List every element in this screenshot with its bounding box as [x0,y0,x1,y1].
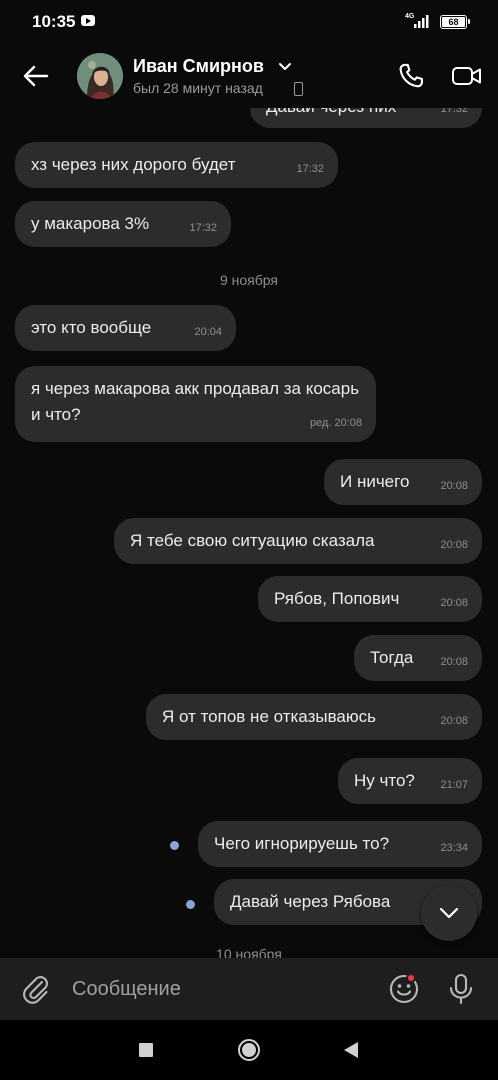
voice-message-button[interactable] [443,971,479,1007]
paperclip-icon [23,976,48,1004]
chevron-down-icon[interactable] [277,58,293,74]
message-time: 20:08 [440,539,468,551]
attach-button[interactable] [18,971,54,1007]
contact-status: был 28 минут назад [133,80,263,96]
message-bubble-outgoing[interactable]: Тогда 20:08 [354,635,482,681]
chat-header: Иван Смирнов был 28 минут назад [0,44,498,108]
message-bubble-incoming[interactable]: у макарова 3% 17:32 [15,201,231,247]
square-icon [139,1043,153,1057]
scroll-down-button[interactable] [421,885,477,941]
home-button[interactable] [235,1036,263,1064]
message-bubble-incoming[interactable]: я через макарова акк продавал за косарь … [15,366,376,442]
message-bubble-outgoing[interactable]: Я тебе свою ситуацию сказала 20:08 [114,518,482,564]
phone-icon [399,63,424,88]
message-time: 17:32 [440,108,468,115]
message-time: 20:08 [440,480,468,492]
message-time: ред. 20:08 [309,417,362,429]
triangle-back-icon [344,1042,358,1058]
back-nav-button[interactable] [337,1036,365,1064]
arrow-left-icon [23,65,49,87]
battery-level: 68 [448,17,459,27]
message-bubble-partial[interactable]: Давай через них 17:32 [250,108,482,128]
message-text: это кто вообще [31,318,152,337]
chevron-down-icon [439,907,459,919]
message-bubble-outgoing[interactable]: Чего игнорируешь то? 23:34 [198,821,482,867]
message-text: хз через них дорого будет [31,155,236,174]
network-type: 4G [405,13,415,20]
message-text: Рябов, Попович [274,589,400,608]
status-time: 10:35 [32,12,76,31]
message-time: 23:34 [440,842,468,854]
signal-icon [414,15,429,28]
system-navigation-bar [0,1020,498,1080]
message-text: Ну что? [354,771,415,790]
message-time: 20:08 [440,715,468,727]
message-time: 20:04 [194,326,222,338]
contact-name[interactable]: Иван Смирнов [133,56,264,77]
message-bubble-incoming[interactable]: это кто вообще 20:04 [15,305,236,351]
back-button[interactable] [18,58,54,94]
sticker-button[interactable] [386,971,422,1007]
message-time: 20:08 [440,597,468,609]
unread-indicator [186,900,195,909]
microphone-icon [449,973,473,1005]
video-call-button[interactable] [447,57,487,95]
message-time: 17:32 [296,163,324,175]
circle-icon [238,1039,260,1061]
message-composer [0,958,498,1020]
recents-button[interactable] [132,1036,160,1064]
video-camera-icon [452,67,481,85]
message-text: Чего игнорируешь то? [214,834,390,853]
message-time: 17:32 [189,222,217,234]
status-bar: 10:35 4G 68 [0,0,498,44]
message-bubble-outgoing[interactable]: Я от топов не отказываюсь 20:08 [146,694,482,740]
date-separator: 9 ноября [219,272,278,288]
date-separator: 10 ноября [216,946,282,958]
message-text: Давай через Рябова [230,892,391,911]
message-text: Тогда [370,648,414,667]
message-text: Я тебе свою ситуацию сказала [130,531,375,550]
call-button[interactable] [392,57,430,95]
avatar-image [77,53,123,99]
message-text: Давай через них [266,108,396,120]
avatar[interactable] [77,53,123,99]
message-input[interactable] [72,974,372,1004]
message-list[interactable]: Давай через них 17:32 хз через них дорог… [0,108,498,958]
message-text: у макарова 3% [31,214,150,233]
message-bubble-outgoing[interactable]: Рябов, Попович 20:08 [258,576,482,622]
message-bubble-incoming[interactable]: хз через них дорого будет 17:32 [15,142,338,188]
message-bubble-outgoing[interactable]: И ничего 20:08 [324,459,482,505]
unread-indicator [170,841,179,850]
mobile-device-icon [294,82,303,96]
message-bubble-outgoing[interactable]: Ну что? 21:07 [338,758,482,804]
battery-icon: 68 [440,15,470,29]
message-time: 21:07 [440,779,468,791]
message-text: Я от топов не отказываюсь [162,707,376,726]
message-time: 20:08 [440,656,468,668]
message-text: И ничего [340,472,410,491]
notification-badge [406,973,416,983]
youtube-notification-icon [81,15,95,26]
